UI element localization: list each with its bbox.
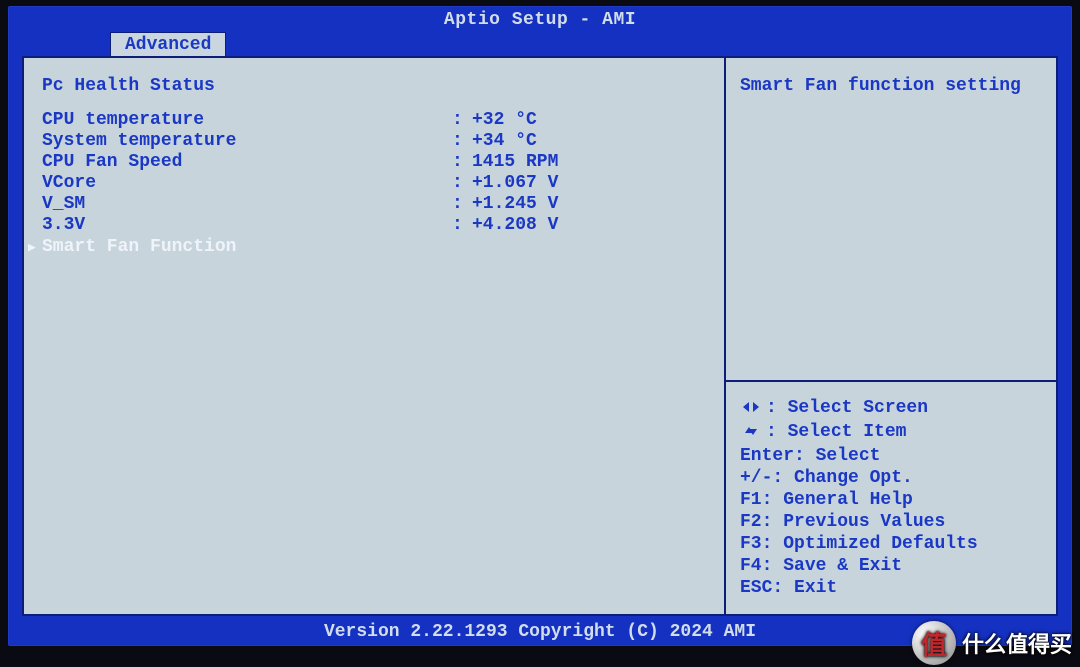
key-desc: Exit xyxy=(794,578,837,598)
key-name: F3: xyxy=(740,534,783,554)
key-desc: Save & Exit xyxy=(783,556,902,576)
watermark-text: 什么值得买 xyxy=(962,627,1072,659)
main-panel: Pc Health Status CPU temperature : +32 °… xyxy=(24,58,724,614)
key-name: F4: xyxy=(740,556,783,576)
status-label: CPU Fan Speed xyxy=(42,152,452,172)
status-row: CPU Fan Speed : 1415 RPM xyxy=(42,152,714,172)
help-text: Smart Fan function setting xyxy=(726,58,1056,114)
key-desc: Select Screen xyxy=(788,398,928,418)
key-name: Enter: xyxy=(740,446,816,466)
key-legend: : Select Screen : Select Item Enter: Sel… xyxy=(726,382,1056,614)
status-label: CPU temperature xyxy=(42,110,452,130)
key-name: F2: xyxy=(740,512,783,532)
key-line: ESC: Exit xyxy=(740,578,1042,598)
key-line: +/-: Change Opt. xyxy=(740,468,1042,488)
key-desc: General Help xyxy=(783,490,913,510)
status-value: +32 °C xyxy=(472,110,714,130)
key-line: : Select Screen xyxy=(740,398,1042,420)
watermark-badge-icon: 值 xyxy=(912,621,956,665)
section-header: Pc Health Status xyxy=(42,76,714,96)
status-row: 3.3V : +4.208 V xyxy=(42,215,714,235)
colon: : xyxy=(452,173,472,193)
key-line: : Select Item xyxy=(740,422,1042,444)
status-value: +4.208 V xyxy=(472,215,714,235)
key-text: : xyxy=(766,398,788,418)
bios-screen: Aptio Setup - AMI Advanced Pc Health Sta… xyxy=(8,6,1072,646)
key-desc: Change Opt. xyxy=(794,468,913,488)
status-value: 1415 RPM xyxy=(472,152,714,172)
key-line: F3: Optimized Defaults xyxy=(740,534,1042,554)
key-name: +/-: xyxy=(740,468,794,488)
watermark: 值 什么值得买 xyxy=(906,617,1080,667)
status-label: V_SM xyxy=(42,194,452,214)
key-desc: Select Item xyxy=(788,422,907,442)
key-text: : xyxy=(766,422,788,442)
colon: : xyxy=(452,110,472,130)
status-value: +34 °C xyxy=(472,131,714,151)
status-label: System temperature xyxy=(42,131,452,151)
menu-item-smart-fan[interactable]: ▶ Smart Fan Function xyxy=(24,236,714,258)
bios-title: Aptio Setup - AMI xyxy=(8,6,1072,30)
key-line: F4: Save & Exit xyxy=(740,556,1042,576)
left-right-arrows-icon xyxy=(740,400,762,420)
up-down-arrows-icon xyxy=(740,424,762,444)
key-desc: Select xyxy=(816,446,881,466)
status-row: VCore : +1.067 V xyxy=(42,173,714,193)
menu-item-label: Smart Fan Function xyxy=(42,237,236,257)
bios-footer: Version 2.22.1293 Copyright (C) 2024 AMI xyxy=(22,622,1058,642)
chevron-right-icon: ▶ xyxy=(28,240,42,255)
key-desc: Optimized Defaults xyxy=(783,534,977,554)
status-row: System temperature : +34 °C xyxy=(42,131,714,151)
status-label: VCore xyxy=(42,173,452,193)
status-value: +1.245 V xyxy=(472,194,714,214)
colon: : xyxy=(452,215,472,235)
key-line: F1: General Help xyxy=(740,490,1042,510)
colon: : xyxy=(452,131,472,151)
side-panel: Smart Fan function setting : Select Scre… xyxy=(724,58,1056,614)
key-name: F1: xyxy=(740,490,783,510)
key-desc: Previous Values xyxy=(783,512,945,532)
colon: : xyxy=(452,194,472,214)
status-row: CPU temperature : +32 °C xyxy=(42,110,714,130)
colon: : xyxy=(452,152,472,172)
tab-advanced[interactable]: Advanced xyxy=(110,32,226,59)
panel: Pc Health Status CPU temperature : +32 °… xyxy=(22,56,1058,616)
key-line: F2: Previous Values xyxy=(740,512,1042,532)
status-value: +1.067 V xyxy=(472,173,714,193)
status-label: 3.3V xyxy=(42,215,452,235)
key-name: ESC: xyxy=(740,578,794,598)
status-row: V_SM : +1.245 V xyxy=(42,194,714,214)
key-line: Enter: Select xyxy=(740,446,1042,466)
